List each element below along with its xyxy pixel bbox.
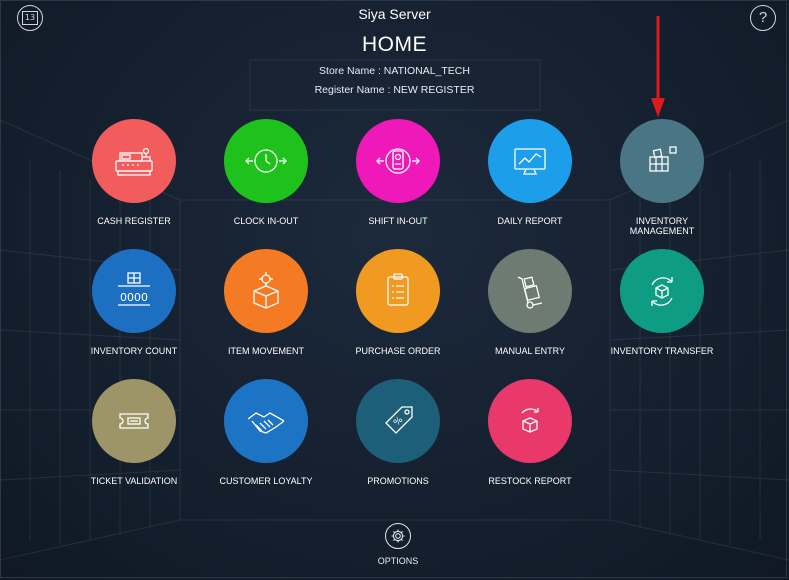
shift-icon bbox=[356, 119, 440, 203]
tile-item-movement[interactable]: ITEM MOVEMENT bbox=[206, 249, 326, 356]
price-tag-icon: % bbox=[356, 379, 440, 463]
tile-inventory-transfer[interactable]: INVENTORY TRANSFER bbox=[602, 249, 722, 356]
hand-truck-icon bbox=[488, 249, 572, 333]
annotation-arrow bbox=[651, 16, 665, 117]
tile-shift-in-out[interactable]: SHIFT IN-OUT bbox=[338, 119, 458, 226]
monitor-chart-icon bbox=[488, 119, 572, 203]
tile-label: INVENTORY TRANSFER bbox=[610, 346, 714, 356]
handshake-icon bbox=[224, 379, 308, 463]
tile-label-line2: MANAGEMENT bbox=[629, 226, 695, 236]
tile-purchase-order[interactable]: PURCHASE ORDER bbox=[338, 249, 458, 356]
tile-label: CUSTOMER LOYALTY bbox=[219, 476, 313, 486]
tile-label: PROMOTIONS bbox=[367, 476, 429, 486]
help-button[interactable]: ? bbox=[750, 5, 776, 31]
clock-icon bbox=[224, 119, 308, 203]
tile-label: MANUAL ENTRY bbox=[494, 346, 565, 356]
gear-icon[interactable] bbox=[385, 523, 411, 549]
counter-icon: 0000 bbox=[92, 249, 176, 333]
tile-inventory-management[interactable]: INVENTORY MANAGEMENT bbox=[602, 119, 722, 236]
tile-label: ITEM MOVEMENT bbox=[228, 346, 304, 356]
register-name-text: Register Name : NEW REGISTER bbox=[314, 84, 475, 96]
tile-label: SHIFT IN-OUT bbox=[368, 216, 428, 226]
tile-label-line1: INVENTORY bbox=[635, 216, 689, 226]
tile-inventory-count[interactable]: 0000 INVENTORY COUNT bbox=[74, 249, 194, 356]
tile-label: RESTOCK REPORT bbox=[488, 476, 572, 486]
transfer-box-icon bbox=[620, 249, 704, 333]
boxes-icon bbox=[620, 119, 704, 203]
tile-label: DAILY REPORT bbox=[497, 216, 563, 226]
options-label: OPTIONS bbox=[377, 556, 419, 566]
clipboard-icon bbox=[356, 249, 440, 333]
tile-ticket-validation[interactable]: TICKET VALIDATION bbox=[74, 379, 194, 486]
tile-label: TICKET VALIDATION bbox=[90, 476, 178, 486]
cash-register-icon bbox=[92, 119, 176, 203]
options-button[interactable]: OPTIONS bbox=[368, 523, 428, 566]
tile-label: CLOCK IN-OUT bbox=[233, 216, 299, 226]
tile-label: INVENTORY COUNT bbox=[90, 346, 178, 356]
tile-cash-register[interactable]: CASH REGISTER bbox=[74, 119, 194, 226]
store-name-text: Store Name : NATIONAL_TECH bbox=[319, 65, 470, 77]
restock-box-icon bbox=[488, 379, 572, 463]
server-name: Siya Server bbox=[358, 6, 431, 22]
box-gear-icon bbox=[224, 249, 308, 333]
tile-customer-loyalty[interactable]: CUSTOMER LOYALTY bbox=[206, 379, 326, 486]
tile-daily-report[interactable]: DAILY REPORT bbox=[470, 119, 590, 226]
tile-restock-report[interactable]: RESTOCK REPORT bbox=[470, 379, 590, 486]
tile-manual-entry[interactable]: MANUAL ENTRY bbox=[470, 249, 590, 356]
svg-text:0000: 0000 bbox=[120, 291, 148, 304]
tile-promotions[interactable]: % PROMOTIONS bbox=[338, 379, 458, 486]
ticket-icon bbox=[92, 379, 176, 463]
page-title: HOME bbox=[362, 33, 427, 56]
tile-label: INVENTORY MANAGEMENT bbox=[602, 216, 722, 236]
tile-clock-in-out[interactable]: CLOCK IN-OUT bbox=[206, 119, 326, 226]
tile-label: CASH REGISTER bbox=[97, 216, 171, 226]
tile-label: PURCHASE ORDER bbox=[355, 346, 441, 356]
